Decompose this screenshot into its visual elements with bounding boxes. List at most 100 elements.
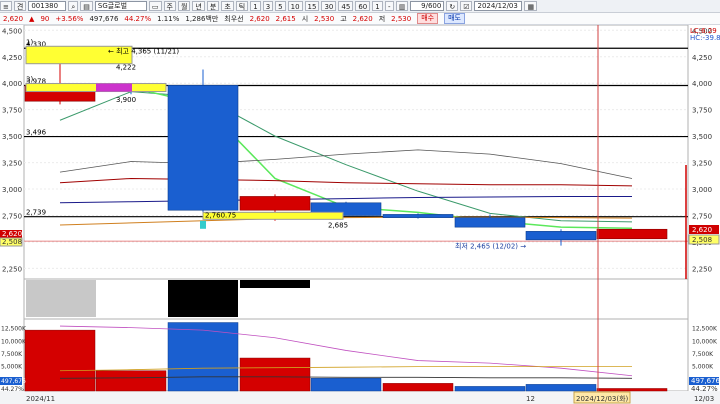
volume-bar [24, 329, 96, 392]
chart-type-icon[interactable]: ▥ [395, 1, 409, 11]
high-label: 고 [340, 14, 347, 23]
price-tick-left: 3,250 [2, 160, 22, 168]
volume-bar [454, 386, 526, 392]
indicator-bar [240, 280, 310, 288]
volume-tick-right: 12,500K [692, 326, 718, 333]
indicator-pane [23, 278, 689, 320]
refresh-icon[interactable]: ↻ [446, 1, 459, 11]
candle-body [239, 196, 311, 211]
indicator-bar [26, 280, 96, 317]
high-price: 2,620 [352, 14, 373, 23]
interval-45[interactable]: 45 [338, 1, 354, 11]
search-icon[interactable]: ⌕ [68, 1, 79, 11]
hc-label: HC:-39.84 [690, 34, 720, 42]
price-tick-left: 3,000 [2, 186, 22, 194]
compare-icon[interactable]: ▭ [148, 1, 162, 11]
sell-button[interactable]: 매도 [444, 13, 465, 24]
period-weekly[interactable]: 주 [163, 1, 176, 11]
up-arrow-icon: ▲ [29, 14, 35, 23]
volume-tick-left: 7,500K [1, 351, 23, 358]
price-tick-right: 3,750 [692, 107, 712, 115]
volume-tick-left: 12,500K [1, 326, 27, 333]
date-field[interactable]: 2024/12/03 [474, 1, 523, 11]
price-tick-left: 2,250 [2, 265, 22, 273]
checkbox-icon[interactable]: ☑ [460, 1, 473, 11]
interval-10[interactable]: 10 [287, 1, 303, 11]
marker-one: 1) [26, 38, 33, 46]
price-tick-right: 4,000 [692, 80, 712, 88]
count-field[interactable]: 9/600 [410, 1, 445, 11]
volume-tag-text: 497,676 [691, 377, 720, 385]
quote-bar: 2,620 ▲ 90 +3.56% 497,676 44.27% 1.11% 1… [0, 13, 720, 25]
low-cyan-mark [200, 220, 206, 229]
interval-60[interactable]: 60 [355, 1, 371, 11]
candle-body [382, 214, 454, 218]
volume-bar [239, 357, 311, 392]
market-select[interactable]: 견 [13, 1, 27, 11]
interval-custom[interactable]: 1 [372, 1, 383, 11]
volume-tick-left: 10,000K [1, 338, 27, 345]
mid-value: 3,900 [116, 96, 136, 104]
price-change: 90 [40, 14, 50, 23]
price-tick-left: 3,500 [2, 133, 22, 141]
high-annotation: ← 최고 4,365 (11/21) [108, 46, 179, 55]
low-price: 2,530 [391, 14, 412, 23]
period-yearly[interactable]: 년 [192, 1, 205, 11]
price-tick-left: 4,250 [2, 54, 22, 62]
volume-bar [382, 383, 454, 392]
left-volume-ratio-text: 44.27% [1, 386, 24, 393]
candle-body [167, 85, 239, 211]
period-monthly[interactable]: 월 [177, 1, 191, 11]
low-range-text: 2,760.75 [205, 211, 236, 219]
stock-chart[interactable]: 4,3303,9783,4962,739 1)← 최고 4,365 (11/21… [0, 25, 720, 404]
priority-ask: 2,620 [249, 14, 270, 23]
interval-3[interactable]: 3 [262, 1, 274, 11]
volume-tick-right: 10,000K [692, 338, 718, 345]
amount: 1,286백만 [185, 14, 219, 23]
cursor-date-text: 2024/12/03(화) [576, 395, 629, 403]
marker-two: 3) [26, 76, 33, 84]
interval-dash[interactable]: - [384, 1, 394, 11]
low-label: 저 [378, 14, 386, 23]
price-tick-right: 2,250 [692, 265, 712, 273]
low-value: 2,685 [328, 221, 348, 229]
period-tick[interactable]: 틱 [235, 1, 249, 11]
mid-purple-mark [96, 83, 132, 92]
interval-1[interactable]: 1 [250, 1, 261, 11]
indicator-bar [168, 280, 238, 317]
volume-tick-right: 5,000K [692, 364, 714, 371]
volume-bar [596, 388, 668, 392]
volume-tick-left: 5,000K [1, 364, 23, 371]
volume-bar [310, 378, 382, 392]
price-tick-right: 3,000 [692, 186, 712, 194]
volume-ratio: 44.27% [124, 14, 152, 23]
open-price: 2,530 [314, 14, 335, 23]
volume: 497,676 [89, 14, 119, 23]
price-tick-right: 4,250 [692, 54, 712, 62]
buy-button[interactable]: 매수 [417, 13, 439, 24]
stock-code-input[interactable]: 001380 [28, 1, 67, 11]
interval-5[interactable]: 5 [275, 1, 286, 11]
menu-icon[interactable]: ≡ [0, 1, 12, 11]
change-rate: +3.56% [55, 14, 84, 23]
candle-body [596, 228, 668, 240]
ref-price-tag-text: 2,508 [692, 236, 712, 244]
calendar-icon[interactable]: ▦ [524, 1, 538, 11]
left-ref-tag-text: 2,508 [2, 238, 22, 246]
priority-bid: 2,615 [275, 14, 296, 23]
price-tick-right: 2,750 [692, 213, 712, 221]
level-label: 3,496 [26, 129, 47, 137]
period-minute[interactable]: 분 [206, 1, 220, 11]
interval-15[interactable]: 15 [304, 1, 320, 11]
low-annotation: 최저 2,465 (12/02) → [455, 242, 526, 251]
lock-icon[interactable]: ▤ [80, 1, 93, 11]
toolbar: ≡ 견 001380 ⌕ ▤ SG글로벌 ▭ 주 월 년 분 초 틱 1 3 5… [0, 0, 720, 13]
high-value: 4,222 [116, 64, 136, 72]
interval-30[interactable]: 30 [321, 1, 337, 11]
open-label: 시 [301, 14, 309, 23]
current-price: 2,620 [3, 14, 24, 23]
volume-ratio-tag-text: 44.27% [691, 385, 718, 393]
period-second[interactable]: 초 [221, 1, 234, 11]
stock-name-field[interactable]: SG글로벌 [94, 1, 147, 11]
turnover: 1.11% [157, 14, 180, 23]
